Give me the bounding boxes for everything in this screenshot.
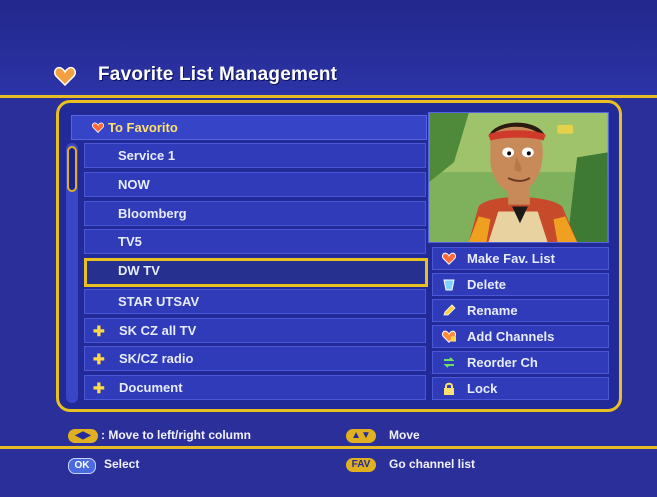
list-item-document[interactable]: ✚ Document [84,375,426,400]
list-item-label: SK CZ all TV [119,323,197,338]
channel-preview [428,112,609,243]
bottom-divider [0,446,657,449]
top-divider [0,95,657,98]
reorder-icon [443,357,455,368]
list-header-label: To Favorito [108,120,178,135]
delete-button[interactable]: Delete [432,273,609,296]
pencil-icon [443,304,456,316]
heart-icon [92,122,104,133]
list-item-label: NOW [118,177,150,192]
menu-item-label: Add Channels [467,329,555,344]
list-item-label: Bloomberg [118,206,187,221]
menu-item-label: Delete [467,277,507,292]
list-item-sk-cz-all-tv[interactable]: ✚ SK CZ all TV [84,318,426,343]
list-item-tv5[interactable]: TV5 [84,229,426,254]
heart-icon [442,252,456,265]
menu-item-label: Reorder Ch [467,355,538,370]
menu-item-label: Rename [467,303,518,318]
lock-icon [444,382,454,395]
list-item-now[interactable]: NOW [84,172,426,197]
make-fav-list-button[interactable]: Make Fav. List [432,247,609,270]
fav-hint: Go channel list [389,457,476,471]
list-item-bloomberg[interactable]: Bloomberg [84,201,426,226]
lock-button[interactable]: Lock [432,377,609,400]
heart-icon [54,66,76,86]
delete-icon [443,279,455,291]
scrollbar-thumb[interactable] [67,146,77,192]
list-item-service-1[interactable]: Service 1 [84,143,426,168]
fav-key: FAV [346,458,376,472]
add-heart-icon [442,330,456,343]
list-item-label: TV5 [118,234,142,249]
menu-item-label: Lock [467,381,498,396]
list-item-label: Service 1 [118,148,176,163]
left-right-hint: : Move to left/right column [101,428,251,442]
reorder-ch-button[interactable]: Reorder Ch [432,351,609,374]
add-channels-button[interactable]: Add Channels [432,325,609,348]
menu-item-label: Make Fav. List [467,251,555,266]
plus-icon: ✚ [93,380,105,396]
list-item-label: DW TV [118,263,160,278]
plus-icon: ✚ [93,323,105,339]
updown-key: ▲▼ [346,429,376,443]
list-header: To Favorito [71,115,427,140]
list-item-label: STAR UTSAV [118,294,200,309]
ok-hint: Select [104,457,140,471]
list-item-label: Document [119,380,183,395]
list-item-label: SK/CZ radio [119,351,194,366]
list-item-sk-cz-radio[interactable]: ✚ SK/CZ radio [84,346,426,371]
updown-hint: Move [389,428,420,442]
page-title: Favorite List Management [98,64,338,85]
left-right-key: ◀▶ [68,429,98,443]
rename-button[interactable]: Rename [432,299,609,322]
ok-key: OK [68,458,96,474]
list-item-star-utsav[interactable]: STAR UTSAV [84,289,426,314]
plus-icon: ✚ [93,351,105,367]
list-item-dw-tv[interactable]: DW TV [84,258,428,287]
